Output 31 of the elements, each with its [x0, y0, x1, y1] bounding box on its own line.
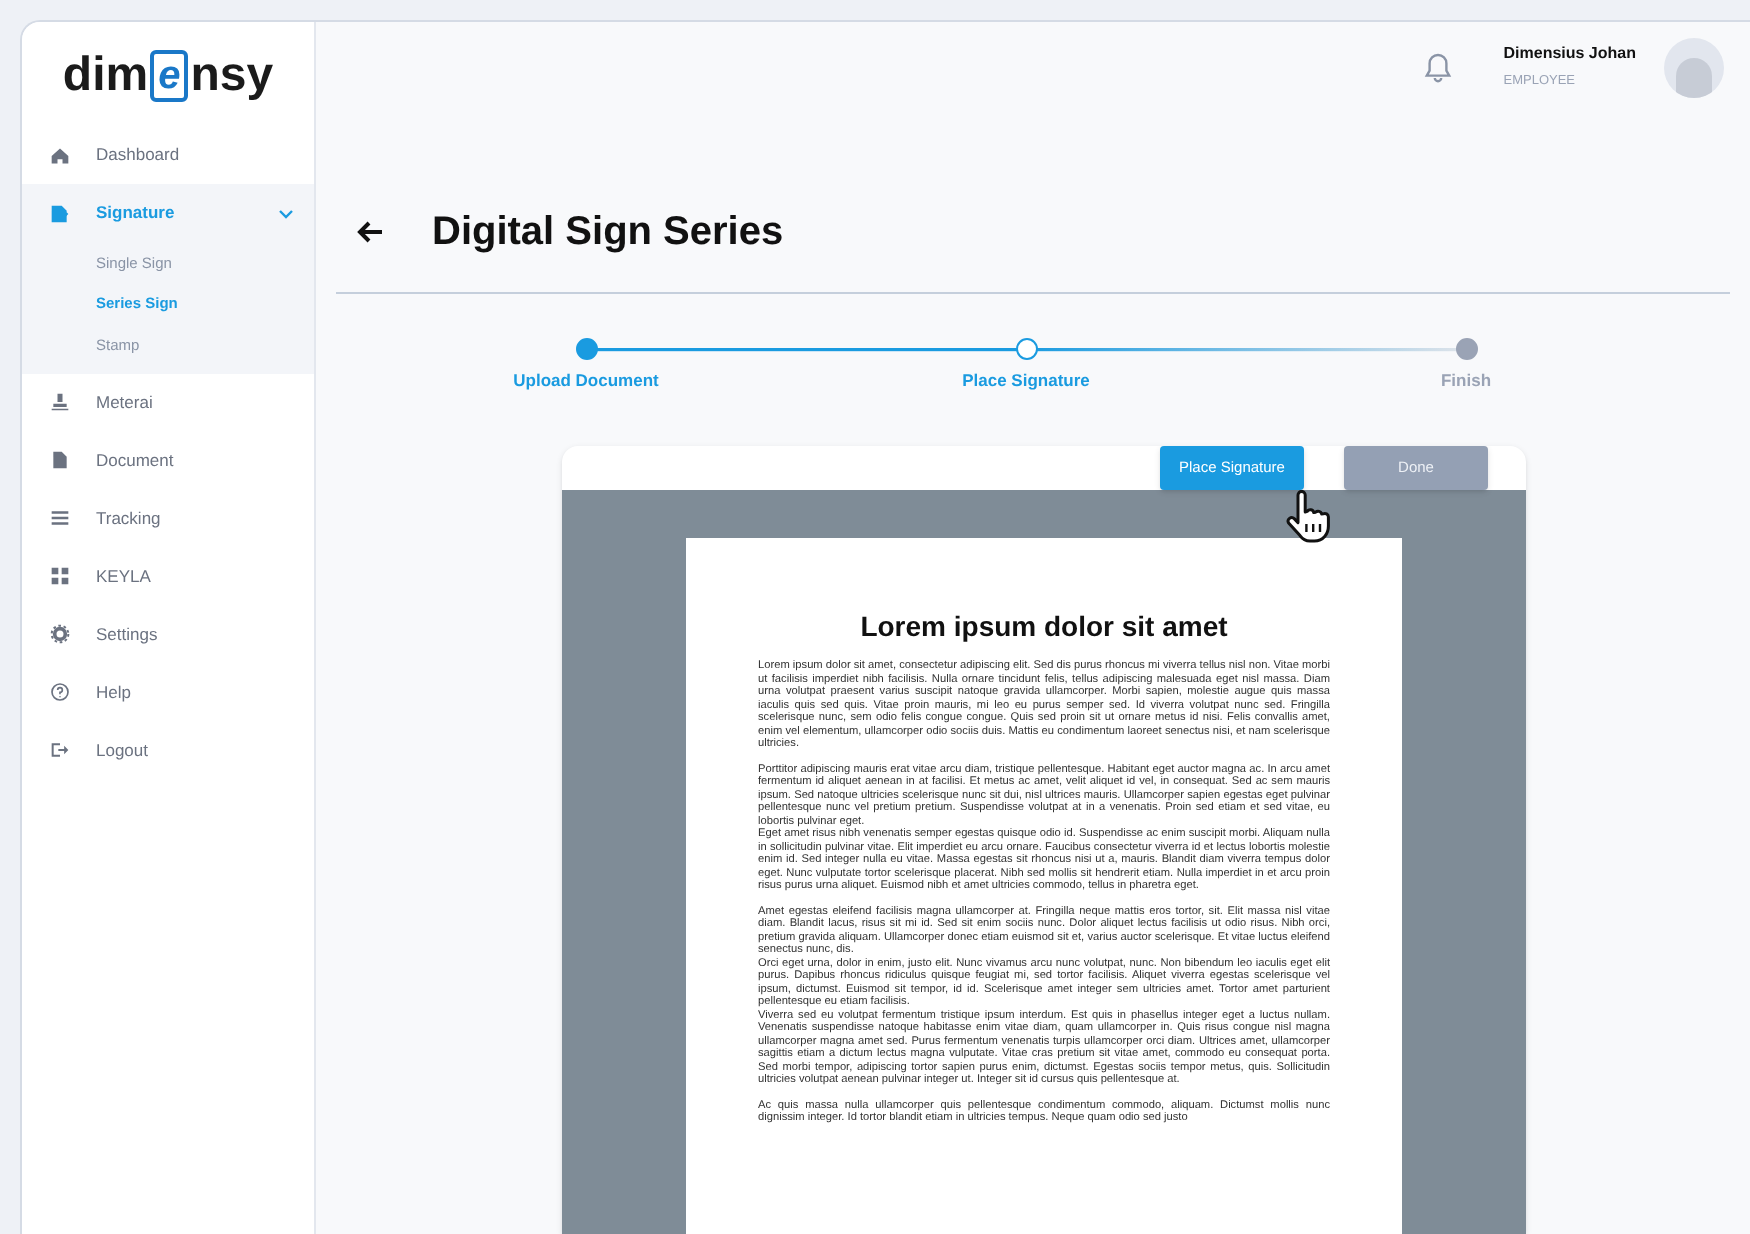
avatar[interactable] — [1664, 37, 1724, 97]
sidebar-item[interactable]: Document — [22, 431, 314, 489]
logo-text: nsy — [190, 45, 274, 105]
user-name: Dimensius Johan — [1503, 42, 1636, 67]
stamp-icon — [50, 392, 70, 412]
document-pen-icon — [50, 203, 70, 223]
step-label: Finish — [1440, 368, 1492, 394]
sidebar-item[interactable]: Help — [22, 663, 314, 721]
sidebar-item[interactable]: Logout — [22, 721, 314, 779]
sidebar-item[interactable]: Dashboard — [22, 126, 314, 184]
sidebar-item[interactable]: Settings — [22, 605, 314, 663]
grid-icon — [50, 566, 70, 586]
chevron-icon — [278, 207, 294, 219]
logo-mark: e — [150, 49, 189, 101]
back-arrow-icon[interactable] — [356, 220, 384, 244]
sidebar-item[interactable]: Tracking — [22, 489, 314, 547]
step-label: Place Signature — [962, 368, 1090, 394]
gear-icon — [50, 624, 70, 644]
sidebar-item[interactable]: Signature — [22, 184, 314, 242]
page-title: Digital Sign Series — [432, 208, 784, 258]
document-title: Lorem ipsum dolor sit amet — [858, 608, 1230, 646]
list-icon — [50, 508, 70, 528]
step-label: Upload Document — [513, 368, 659, 394]
house-icon — [50, 145, 70, 165]
logo-text: dim — [62, 45, 149, 105]
sidebar-item[interactable]: KEYLA — [22, 547, 314, 605]
logout-icon — [50, 740, 70, 760]
help-icon — [50, 682, 70, 702]
file-icon — [50, 450, 70, 470]
notification-bell-icon[interactable] — [1423, 51, 1452, 83]
sidebar-item[interactable]: Meterai — [22, 373, 314, 431]
